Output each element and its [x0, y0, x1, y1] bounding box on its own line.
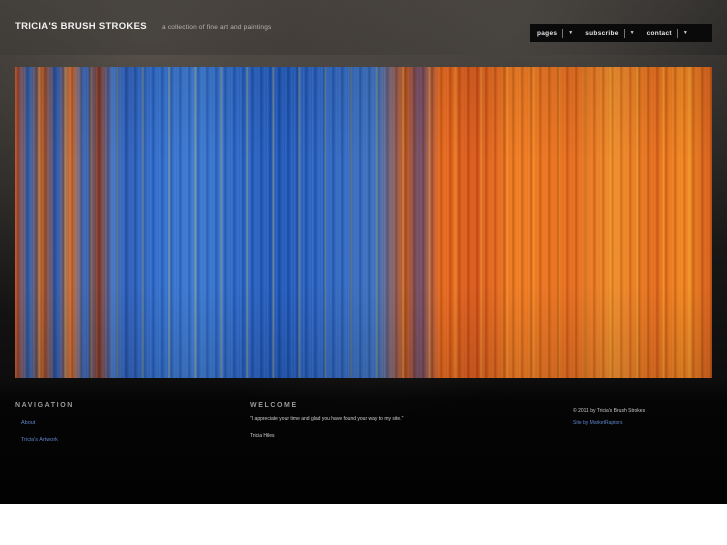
footer-welcome-heading: WELCOME	[250, 402, 298, 409]
chevron-down-icon[interactable]: ▼	[683, 30, 688, 36]
nav-menu-contact[interactable]: contact ▼	[647, 24, 688, 42]
top-navigation: pages ▼ subscribe ▼ contact ▼	[530, 24, 712, 42]
site-title[interactable]: TRICIA'S BRUSH STROKES	[15, 21, 147, 32]
footer-navigation: NAVIGATION About Tricia's Artwork	[15, 402, 74, 443]
nav-menu-subscribe-label: subscribe	[585, 29, 619, 37]
copyright-text: © 2011 by Tricia's Brush Strokes	[573, 408, 646, 414]
page-background: TRICIA'S BRUSH STROKES a collection of f…	[0, 0, 727, 504]
hero-shade	[15, 67, 712, 378]
chevron-down-icon[interactable]: ▼	[568, 30, 573, 36]
footer-credits: © 2011 by Tricia's Brush Strokes Site by…	[573, 408, 645, 426]
welcome-message: "I appreciate your time and glad you hav…	[250, 416, 404, 422]
welcome-signature: Tricia Hiles	[250, 433, 275, 439]
footer-link-artwork[interactable]: Tricia's Artwork	[21, 437, 74, 443]
footer-link-about[interactable]: About	[21, 420, 74, 426]
nav-menu-contact-label: contact	[646, 29, 672, 37]
footer-navigation-heading: NAVIGATION	[15, 402, 74, 409]
nav-menu-pages-label: pages	[537, 29, 558, 37]
footer-welcome: WELCOME "I appreciate your time and glad…	[250, 402, 510, 439]
nav-divider	[562, 28, 564, 38]
nav-menu-pages[interactable]: pages ▼	[537, 24, 585, 42]
chevron-down-icon[interactable]: ▼	[630, 30, 635, 36]
nav-divider	[676, 28, 678, 38]
nav-menu-subscribe[interactable]: subscribe ▼	[585, 24, 646, 42]
site-tagline: a collection of fine art and paintings	[162, 24, 272, 31]
hero-painting-image	[15, 67, 712, 378]
nav-divider	[623, 28, 625, 38]
site-by-link[interactable]: Site by MarketRaptors	[573, 420, 645, 426]
